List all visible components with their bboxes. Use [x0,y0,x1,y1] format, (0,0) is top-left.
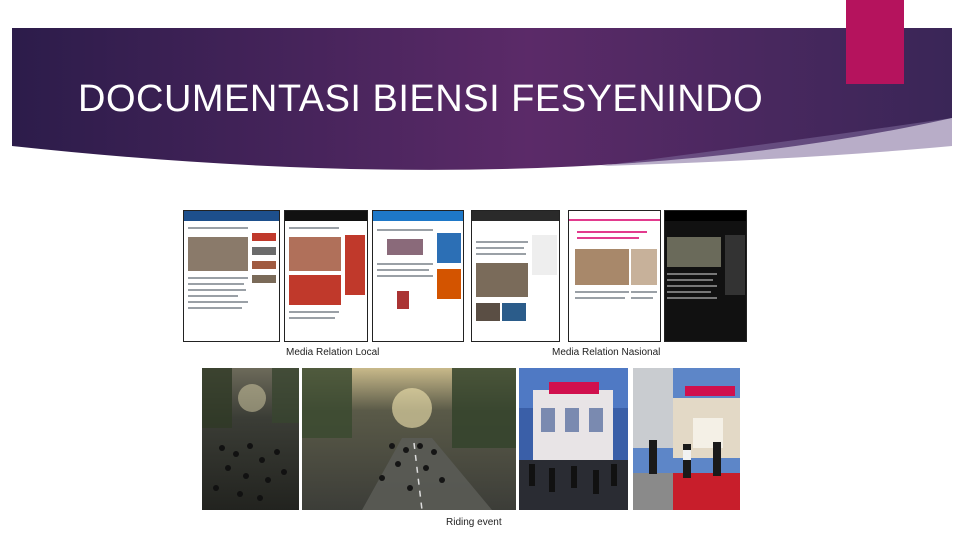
media-screenshot-5 [568,210,661,342]
riding-photo-1 [202,368,299,510]
caption-media-local: Media Relation Local [286,347,380,358]
accent-block [846,0,904,84]
media-screenshot-4 [471,210,560,342]
media-screenshot-1 [183,210,280,342]
riding-photo-3 [519,368,628,510]
caption-riding: Riding event [446,517,502,528]
caption-media-national: Media Relation Nasional [552,347,661,358]
media-screenshot-2 [284,210,368,342]
media-screenshot-6 [664,210,747,342]
riding-photo-2 [302,368,516,510]
slide-title: DOCUMENTASI BIENSI FESYENINDO [78,78,764,120]
riding-photo-4 [633,368,740,510]
media-screenshot-3 [372,210,464,342]
